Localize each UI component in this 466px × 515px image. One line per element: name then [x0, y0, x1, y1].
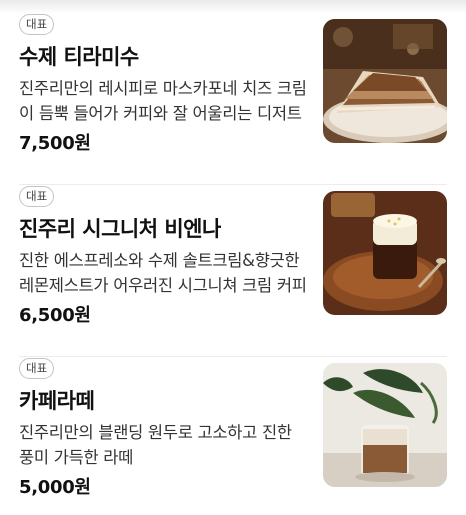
- signature-badge: 대표: [19, 186, 55, 207]
- menu-item-price: 5,000원: [19, 477, 91, 498]
- menu-item-description: 진한 에스프레소와 수제 솔트크림&향긋한 레몬제스트가 어우러진 시그니쳐 크…: [19, 251, 307, 295]
- vienna-coffee-photo: [323, 191, 447, 315]
- menu-item-name: 카페라떼: [19, 389, 95, 413]
- menu-item-description: 진주리만의 블랜딩 원두로 고소하고 진한 풍미 가득한 라떼: [19, 423, 292, 467]
- cafe-latte-photo: [323, 363, 447, 487]
- menu-item-price: 7,500원: [19, 133, 91, 154]
- tiramisu-photo: [323, 19, 447, 143]
- menu-item-description: 진주리만의 레시피로 마스카포네 치즈 크림이 듬뿍 들어가 커피와 잘 어울리…: [19, 79, 307, 123]
- menu-item-photo-vienna[interactable]: [323, 191, 447, 315]
- menu-item-signature-vienna[interactable]: 대표 진주리 시그니처 비엔나 진한 에스프레소와 수제 솔트크림&향긋한 레몬…: [0, 186, 466, 357]
- menu-item-photo-latte[interactable]: [323, 363, 447, 487]
- menu-item-name: 진주리 시그니처 비엔나: [19, 217, 221, 241]
- menu-item-tiramisu[interactable]: 대표 수제 티라미수 진주리만의 레시피로 마스카포네 치즈 크림이 듬뿍 들어…: [0, 14, 466, 185]
- menu-item-cafe-latte[interactable]: 대표 카페라떼 진주리만의 블랜딩 원두로 고소하고 진한 풍미 가득한 라떼 …: [0, 358, 466, 515]
- menu-item-photo-tiramisu[interactable]: [323, 19, 447, 143]
- menu-item-price: 6,500원: [19, 305, 91, 326]
- signature-badge: 대표: [19, 14, 55, 35]
- divider: [19, 184, 447, 185]
- divider: [19, 356, 447, 357]
- top-fade: [0, 0, 466, 14]
- menu-item-name: 수제 티라미수: [19, 45, 139, 69]
- signature-badge: 대표: [19, 358, 55, 379]
